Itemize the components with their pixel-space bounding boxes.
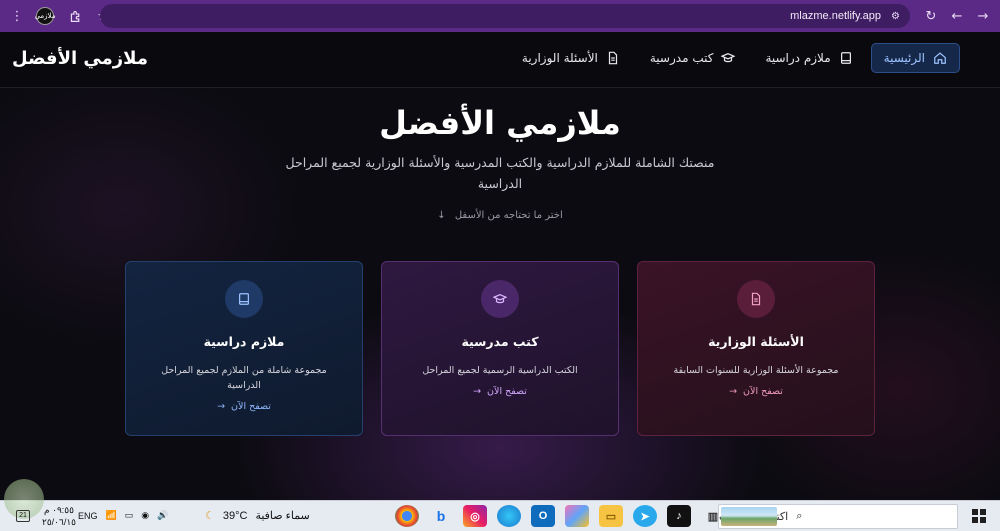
card-description: مجموعة الأسئلة الوزارية للسنوات السابقة [673,365,839,376]
address-url: mlazme.netlify.app [790,10,882,22]
book-icon [225,280,263,318]
instagram-app-icon[interactable]: ◎ [463,505,487,527]
system-tray: ENG 📶 ▭ ◉ 🔊 [78,510,168,521]
extensions-icon[interactable] [64,5,86,27]
browse-now-link[interactable]: تصفح الآن → [473,386,527,397]
file-explorer-app-icon[interactable]: ▭ [599,505,623,527]
main-nav: الرئيسية ملازم دراسية كتب مدرسية الأسئلة… [510,43,960,73]
telegram-app-icon[interactable]: ➤ [633,505,657,527]
home-icon [934,52,946,64]
browser-menu-icon[interactable]: ⋮ [6,5,28,27]
site-settings-icon[interactable]: ⚙ [891,11,900,22]
nav-study-notes-label: ملازم دراسية [765,51,831,65]
card-description: مجموعة شاملة من الملازم لجميع المراحل ال… [161,365,327,391]
nav-ministerial-questions[interactable]: الأسئلة الوزارية [510,43,632,73]
nav-school-books-label: كتب مدرسية [649,51,714,65]
media-app-icon[interactable]: ▥ [701,505,725,527]
weather-widget[interactable]: سماء صافية 39°C ☾ [205,509,310,523]
battery-icon[interactable]: ▭ [125,510,134,521]
arrow-right-icon: → [217,401,226,412]
chrome-app-icon[interactable] [395,505,419,527]
taskbar-search[interactable]: ⌕ اكتب هنا للبحث [718,504,958,529]
nav-home[interactable]: الرئيسية [870,43,960,73]
language-indicator[interactable]: ENG [78,511,98,521]
nav-study-notes[interactable]: ملازم دراسية [753,43,864,73]
notification-badge-icon[interactable]: 21 [16,510,30,522]
document-icon [608,51,617,65]
wifi-icon[interactable]: 📶 [106,510,117,521]
card-title: كتب مدرسية [461,334,539,349]
card-study-notes[interactable]: ملازم دراسية مجموعة شاملة من الملازم لجم… [125,261,363,436]
clock-time: ٠٩:٥٥ م [44,505,74,515]
taskbar-apps: b ◎ O ▭ ➤ ♪ ▥ [395,505,725,527]
volume-icon[interactable]: 🔊 [157,510,168,521]
document-icon [737,280,775,318]
forward-icon[interactable]: ← [946,5,968,27]
tiktok-app-icon[interactable]: ♪ [667,505,691,527]
windows-taskbar: ⌕ اكتب هنا للبحث b ◎ O ▭ ➤ ♪ ▥ سماء صافي… [0,479,1000,531]
browse-now-link[interactable]: تصفح الآن → [217,401,271,412]
card-ministerial-questions[interactable]: الأسئلة الوزارية مجموعة الأسئلة الوزارية… [637,261,875,436]
site-logo[interactable]: ملازمي الأفضل [12,48,148,69]
browse-now-link[interactable]: تصفح الآن → [729,386,783,397]
graduation-cap-icon [481,280,519,318]
back-icon[interactable]: → [972,5,994,27]
hero-subtitle: منصتك الشاملة للملازم الدراسية والكتب ال… [285,155,715,191]
scroll-hint[interactable]: اختر ما تحتاجه من الأسفل ↓ [0,210,1000,221]
windows-start-icon[interactable] [972,509,986,523]
nav-school-books[interactable]: كتب مدرسية [638,43,748,73]
edge-app-icon[interactable] [497,505,521,527]
site-header: ملازمي الأفضل الرئيسية ملازم دراسية كتب … [0,32,1000,88]
site-favicon: ملازمي [35,7,55,25]
search-highlight-image [721,507,777,526]
card-description: الكتب الدراسية الرسمية لجميع المراحل [422,365,578,376]
search-icon: ⌕ [796,510,803,522]
arrow-right-icon: → [473,386,482,397]
moon-icon: ☾ [205,510,215,522]
browser-toolbar: ⋮ ملازمي ☆ mlazme.netlify.app ⚙ ↻ ← → [0,0,1000,32]
bing-app-icon[interactable]: b [429,505,453,527]
nav-home-label: الرئيسية [883,51,925,65]
book-icon [840,52,851,64]
browse-now-label: تصفح الآن [231,401,271,412]
hint-text: اختر ما تحتاجه من الأسفل [454,210,563,221]
graduation-cap-icon [721,52,736,63]
browse-now-label: تصفح الآن [487,386,527,397]
card-title: الأسئلة الوزارية [708,334,804,349]
copilot-app-icon[interactable] [565,505,589,527]
taskbar-clock[interactable]: ٠٩:٥٥ م ٢٥/٠٦/١٥ [42,504,76,528]
hero-title: ملازمي الأفضل [379,104,621,142]
outlook-app-icon[interactable]: O [531,505,555,527]
weather-text: سماء صافية [255,510,310,522]
arrow-right-icon: → [729,386,738,397]
card-school-books[interactable]: كتب مدرسية الكتب الدراسية الرسمية لجميع … [381,261,619,436]
address-bar[interactable]: mlazme.netlify.app ⚙ [100,4,910,28]
arrow-down-icon: ↓ [437,210,446,221]
nav-ministerial-questions-label: الأسئلة الوزارية [521,51,598,65]
reload-icon[interactable]: ↻ [920,5,942,27]
clock-date: ٢٥/٠٦/١٥ [42,517,77,527]
card-title: ملازم دراسية [203,334,285,349]
weather-temp: 39°C [222,509,248,522]
browse-now-label: تصفح الآن [743,386,783,397]
camera-icon[interactable]: ◉ [141,510,149,521]
